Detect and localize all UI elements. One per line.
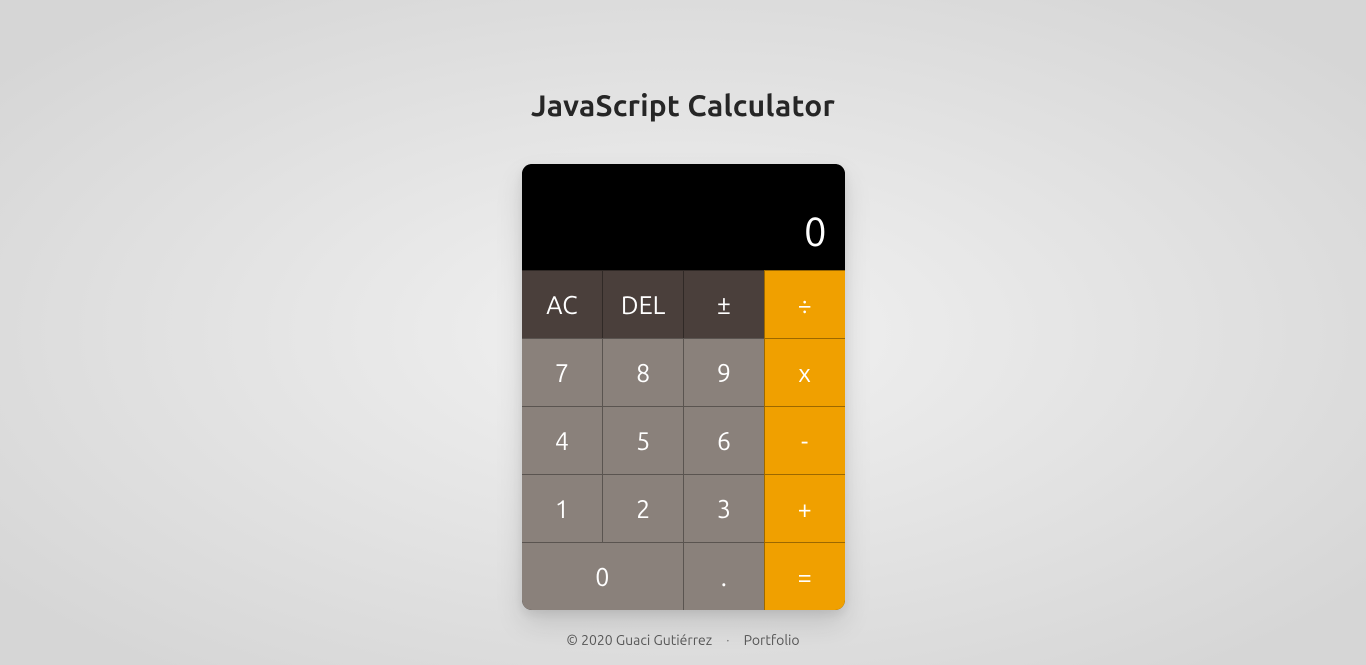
digit-3-button[interactable]: 3 — [683, 474, 764, 542]
digit-0-button[interactable]: 0 — [522, 542, 684, 610]
digit-4-button[interactable]: 4 — [522, 406, 603, 474]
multiply-button[interactable]: x — [764, 338, 845, 406]
copyright-text: © 2020 Guaci Gutiérrez — [566, 632, 712, 648]
digit-2-button[interactable]: 2 — [602, 474, 683, 542]
divide-button[interactable]: ÷ — [764, 270, 845, 338]
digit-5-button[interactable]: 5 — [602, 406, 683, 474]
sign-toggle-button[interactable]: ± — [683, 270, 764, 338]
digit-9-button[interactable]: 9 — [683, 338, 764, 406]
delete-button[interactable]: DEL — [602, 270, 683, 338]
add-button[interactable]: + — [764, 474, 845, 542]
digit-7-button[interactable]: 7 — [522, 338, 603, 406]
calculator-keypad: AC DEL ± ÷ 7 8 9 x 4 5 6 - 1 2 3 + 0 . = — [522, 270, 845, 610]
equals-button[interactable]: = — [764, 542, 845, 610]
calculator: 0 AC DEL ± ÷ 7 8 9 x 4 5 6 - 1 2 3 + 0 .… — [522, 164, 845, 610]
portfolio-link[interactable]: Portfolio — [744, 632, 800, 648]
digit-1-button[interactable]: 1 — [522, 474, 603, 542]
decimal-button[interactable]: . — [683, 542, 764, 610]
calculator-display: 0 — [522, 164, 845, 270]
page-title: JavaScript Calculator — [531, 88, 835, 122]
subtract-button[interactable]: - — [764, 406, 845, 474]
all-clear-button[interactable]: AC — [522, 270, 603, 338]
footer-separator: · — [726, 632, 729, 648]
digit-8-button[interactable]: 8 — [602, 338, 683, 406]
footer: © 2020 Guaci Gutiérrez · Portfolio — [566, 632, 799, 648]
digit-6-button[interactable]: 6 — [683, 406, 764, 474]
